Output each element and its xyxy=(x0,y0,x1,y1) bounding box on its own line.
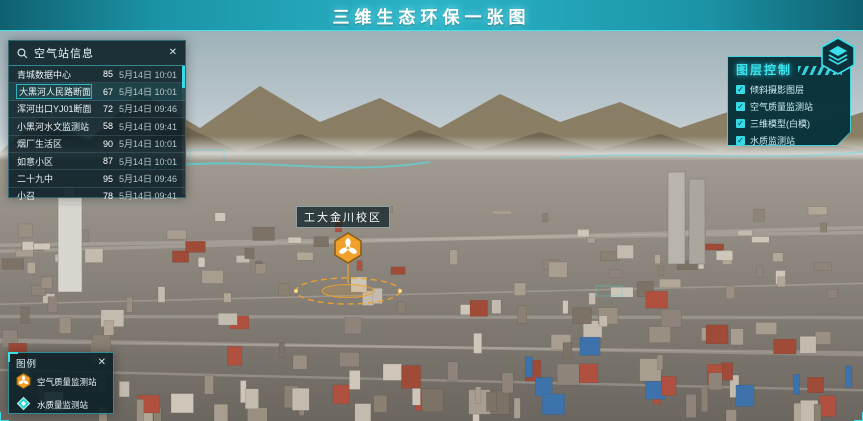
station-value: 87 xyxy=(91,156,113,166)
page-title: 三维生态环保一张图 xyxy=(333,3,531,28)
station-name: 青城数据中心 xyxy=(17,68,91,81)
station-time: 5月14日 10:01 xyxy=(113,85,177,98)
station-value: 95 xyxy=(91,174,113,184)
checkbox-checked-icon[interactable]: ✓ xyxy=(736,119,745,128)
checkbox-checked-icon[interactable]: ✓ xyxy=(736,85,745,94)
layers-icon xyxy=(818,36,858,76)
station-value: 72 xyxy=(91,104,113,114)
station-row[interactable]: 烟厂生活区905月14日 10:01 xyxy=(9,136,185,153)
station-time: 5月14日 10:01 xyxy=(113,137,177,150)
station-name: 小黑河水文监测站 xyxy=(17,120,91,133)
station-row[interactable]: 二十九中955月14日 09:46 xyxy=(9,170,185,187)
legend-item: 水质量监测站 xyxy=(16,396,106,413)
legend-item-label: 水质量监测站 xyxy=(37,399,88,411)
checkbox-checked-icon[interactable]: ✓ xyxy=(736,136,745,145)
corner-accent xyxy=(8,352,18,362)
scrollbar-track xyxy=(182,66,185,195)
station-list-header: 空气站信息 ✕ xyxy=(9,41,185,66)
layer-item[interactable]: ✓ 三维模型(白模) xyxy=(736,117,842,130)
station-row[interactable]: 小召785月14日 09:41 xyxy=(9,188,185,205)
layer-control-button[interactable] xyxy=(818,36,858,76)
map-station-label[interactable]: 工大金川校区 xyxy=(296,206,390,228)
station-time: 5月14日 10:01 xyxy=(113,68,177,81)
station-time: 5月14日 09:41 xyxy=(113,120,177,133)
legend-item: 空气质量监测站 xyxy=(16,373,106,391)
scrollbar-thumb[interactable] xyxy=(182,66,185,88)
layer-item-label: 三维模型(白模) xyxy=(750,117,810,130)
layer-item-label: 水质监测站 xyxy=(750,134,795,147)
station-time: 5月14日 09:46 xyxy=(113,102,177,115)
station-row[interactable]: 青城数据中心855月14日 10:01 xyxy=(9,66,185,83)
station-name: 大黑河人民路断面 xyxy=(17,85,91,98)
layer-item-label: 空气质量监测站 xyxy=(750,100,813,113)
station-row[interactable]: 大黑河人民路断面675月14日 10:01 xyxy=(9,83,185,100)
app-header: 三维生态环保一张图 xyxy=(0,0,863,31)
app: 工大金川校区 三维生态环保一张图 空气站信息 ✕ 青城数据中心855月14日 1… xyxy=(0,0,863,421)
station-list-panel: 空气站信息 ✕ 青城数据中心855月14日 10:01大黑河人民路断面675月1… xyxy=(8,40,186,198)
station-name: 小召 xyxy=(17,189,91,202)
station-value: 78 xyxy=(91,191,113,201)
station-time: 5月14日 09:46 xyxy=(113,172,177,185)
station-name: 如意小区 xyxy=(17,155,91,168)
station-name: 二十九中 xyxy=(17,172,91,185)
close-icon[interactable]: ✕ xyxy=(169,48,177,58)
station-value: 90 xyxy=(91,139,113,149)
station-value: 67 xyxy=(91,87,113,97)
station-name: 烟厂生活区 xyxy=(17,137,91,150)
station-time: 5月14日 09:41 xyxy=(113,189,177,202)
layer-item[interactable]: ✓ 水质监测站 xyxy=(736,134,842,147)
search-icon[interactable] xyxy=(17,48,28,59)
map-legend-panel: 图例 ✕ 空气质量监测站水质量监测站 xyxy=(8,352,114,414)
station-value: 85 xyxy=(91,69,113,79)
station-time: 5月14日 10:01 xyxy=(113,155,177,168)
station-list-title: 空气站信息 xyxy=(34,45,94,61)
station-row[interactable]: 浑河出口YJ01断面725月14日 09:46 xyxy=(9,101,185,118)
layer-panel-title: 图层控制 xyxy=(736,61,792,78)
diamond-marker-icon xyxy=(16,396,31,413)
corner-accent xyxy=(854,412,863,421)
air-station-marker-icon[interactable] xyxy=(333,232,363,269)
station-row[interactable]: 如意小区875月14日 10:01 xyxy=(9,153,185,170)
station-value: 58 xyxy=(91,121,113,131)
layer-item[interactable]: ✓ 倾斜摄影图层 xyxy=(736,83,842,96)
legend-item-label: 空气质量监测站 xyxy=(37,376,97,388)
checkbox-checked-icon[interactable]: ✓ xyxy=(736,102,745,111)
layer-item[interactable]: ✓ 空气质量监测站 xyxy=(736,100,842,113)
close-icon[interactable]: ✕ xyxy=(98,358,106,368)
station-rows: 青城数据中心855月14日 10:01大黑河人民路断面675月14日 10:01… xyxy=(9,66,185,205)
layer-item-label: 倾斜摄影图层 xyxy=(750,83,804,96)
station-row[interactable]: 小黑河水文监测站585月14日 09:41 xyxy=(9,118,185,135)
station-name: 浑河出口YJ01断面 xyxy=(17,102,91,115)
hexagon-marker-icon xyxy=(16,373,31,391)
legend-title: 图例 xyxy=(16,356,37,370)
legend-items: 空气质量监测站水质量监测站 xyxy=(16,373,106,413)
